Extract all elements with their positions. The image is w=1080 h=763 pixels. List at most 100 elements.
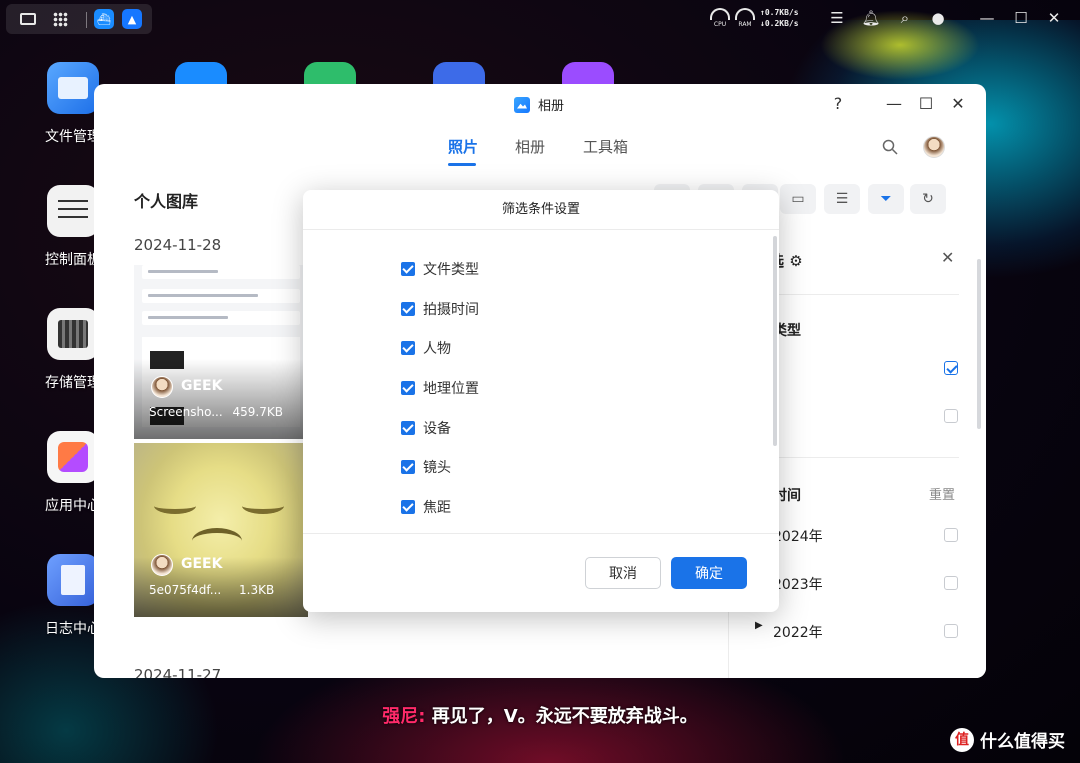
date-header: 2024-11-28 [134,236,222,254]
photo-thumbnail[interactable]: GEEK 5e075f4df... 1.3KB [134,443,308,617]
top-taskbar: ⛴ ▲ CPU RAM ↑0.7KB/s ↓0.2KB/s ☰ 🔔︎ ⌕ ● —… [0,0,1080,36]
maximize-icon[interactable]: ☐ [916,94,936,114]
option-focal-length[interactable]: 焦距 [401,497,451,517]
divider [749,294,959,295]
divider [303,533,779,534]
photo-filename: 5e075f4df... [149,583,222,597]
minimize-icon[interactable]: — [884,94,904,114]
window-titlebar[interactable]: 相册 ? — ☐ ✕ [94,84,986,124]
close-icon[interactable]: ✕ [948,94,968,114]
show-desktop-icon[interactable] [18,10,38,28]
checkbox-checked[interactable] [401,500,415,514]
search-icon[interactable] [882,139,898,155]
filter-year-2022: 2022年 [773,625,823,641]
filter-panel-scrollbar[interactable] [977,259,981,429]
emoji-eye [242,498,284,514]
watermark-logo: 值 [950,727,974,752]
tab-photos[interactable]: 照片 [448,136,478,157]
filter-type-checkbox[interactable] [944,361,958,375]
close-icon[interactable]: ✕ [1043,8,1065,28]
photo-meta: Screensho... 459.7KB [149,405,283,419]
filter-year-2024: 2024年 [773,529,823,545]
checkbox-checked[interactable] [401,302,415,316]
checkbox-checked[interactable] [401,381,415,395]
docker-app-icon[interactable]: ⛴ [94,9,114,29]
maximize-icon[interactable]: ☐ [1010,8,1032,28]
net-upload: ↑0.7KB/s [760,8,799,17]
tab-bar: 照片 相册 工具箱 [94,136,986,166]
task-list-icon[interactable]: ☰ [826,8,848,28]
user-avatar[interactable] [923,136,945,158]
checkbox-checked[interactable] [401,460,415,474]
photo-filename: Screensho... [149,405,223,419]
search-icon[interactable]: ⌕ [894,8,916,28]
app-center-icon [47,431,99,483]
network-speed[interactable]: ↑0.7KB/s ↓0.2KB/s [760,7,799,29]
storage-drive-icon [47,308,99,360]
photo-owner: GEEK [181,378,223,394]
user-avatar [151,376,173,398]
filter-year-checkbox[interactable] [944,624,958,638]
expand-arrow-icon[interactable]: ▶ [755,620,763,631]
checkbox-checked[interactable] [401,341,415,355]
watermark-text: 什么值得买 [980,732,1065,752]
dialog-title: 筛选条件设置 [303,190,779,230]
tab-toolbox[interactable]: 工具箱 [583,136,628,157]
taskbar-separator [86,12,87,28]
photos-app-icon[interactable]: ▲ [122,9,142,29]
folder-icon[interactable]: ▭ [780,184,816,214]
option-lens[interactable]: 镜头 [401,457,451,477]
settings-gear-icon[interactable]: ⚙ [789,252,802,270]
option-device[interactable]: 设备 [401,418,451,438]
log-book-icon [47,554,99,606]
option-people[interactable]: 人物 [401,338,451,358]
thumbnail-overlay [134,359,308,439]
photo-meta: 5e075f4df... 1.3KB [149,583,274,597]
subtitle-text: 再见了，V。永远不要放弃战斗。 [431,706,698,727]
photo-size: 1.3KB [239,583,275,597]
ram-label: RAM [738,21,752,28]
cpu-label: CPU [713,21,727,28]
screenshot-line [142,265,300,279]
cancel-button[interactable]: 取消 [585,557,661,589]
active-tab-indicator [448,163,476,166]
option-capture-time[interactable]: 拍摄时间 [401,299,479,319]
screenshot-line [142,311,300,325]
checkbox-checked[interactable] [401,421,415,435]
option-location[interactable]: 地理位置 [401,378,479,398]
photo-thumbnail[interactable]: GEEK Screensho... 459.7KB [134,265,308,439]
minimize-all-icon[interactable]: — [976,8,998,28]
tab-albums[interactable]: 相册 [515,136,545,157]
refresh-icon[interactable]: ↻ [910,184,946,214]
close-filter-panel-icon[interactable]: ✕ [941,248,954,267]
filter-year-checkbox[interactable] [944,576,958,590]
help-icon[interactable]: ? [828,94,848,114]
emoji-eye [154,498,196,514]
sliders-icon [47,185,99,237]
option-file-type[interactable]: 文件类型 [401,259,479,279]
photo-owner: GEEK [181,556,223,572]
screenshot-line [142,289,300,303]
filter-type-checkbox[interactable] [944,409,958,423]
wallpaper-subtitle: 强尼: 再见了，V。永远不要放弃战斗。 [0,702,1080,728]
confirm-button[interactable]: 确定 [671,557,747,589]
library-title: 个人图库 [134,192,199,211]
reset-link[interactable]: 重置 [929,484,955,503]
taskbar-launcher: ⛴ ▲ [6,4,152,34]
subtitle-speaker: 强尼: [382,706,426,727]
filter-settings-dialog: 筛选条件设置 文件类型 拍摄时间 人物 地理位置 设备 镜头 焦距 取消 确定 [303,190,779,612]
filter-year-2023: 2023年 [773,577,823,593]
folder-icon [47,62,99,114]
app-grid-icon[interactable] [50,10,70,28]
window-title: 相册 [538,99,565,114]
checkbox-checked[interactable] [401,262,415,276]
dialog-scrollbar[interactable] [773,236,777,446]
list-view-icon[interactable]: ☰ [824,184,860,214]
net-download: ↓0.2KB/s [760,19,799,28]
user-icon[interactable]: ● [927,8,949,28]
cpu-gauge-icon[interactable]: CPU [709,8,731,28]
ram-gauge-icon[interactable]: RAM [734,8,756,28]
notification-bell-icon[interactable]: 🔔︎ [860,8,882,28]
filter-icon[interactable]: ⏷ [868,184,904,214]
filter-year-checkbox[interactable] [944,528,958,542]
